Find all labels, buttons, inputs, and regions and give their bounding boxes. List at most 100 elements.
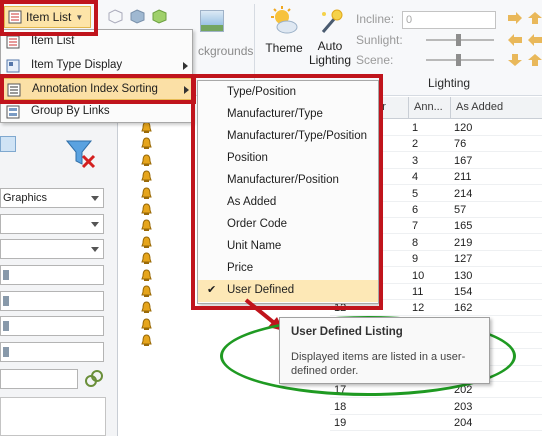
chevron-down-icon <box>91 247 99 252</box>
bell-icon <box>141 203 152 215</box>
left-pane: Graphics <box>0 97 118 436</box>
column-header-as-added[interactable]: As Added <box>456 101 503 113</box>
bell-icon <box>141 318 152 330</box>
arrow-right-icon[interactable] <box>508 12 522 24</box>
cell-num: 19 <box>334 417 347 430</box>
search-field[interactable] <box>0 369 78 389</box>
bell-icon <box>141 187 152 199</box>
green-cube-icon[interactable] <box>152 9 167 24</box>
bell-icon <box>141 252 152 265</box>
filter-field-2[interactable] <box>0 291 104 311</box>
menu-item-label: Group By Links <box>31 105 110 117</box>
menu-item-label: Item Type Display <box>31 59 123 71</box>
cell-ann: 7 <box>412 220 419 233</box>
cell-num: 18 <box>334 400 347 413</box>
cell-added: 130 <box>454 269 473 282</box>
cell-ann: 5 <box>412 187 419 200</box>
item-type-icon <box>6 59 20 73</box>
cell-added: 165 <box>454 220 473 233</box>
cell-ann: 4 <box>412 171 419 184</box>
filter-dropdown-3[interactable] <box>0 239 104 259</box>
cell-ann: 10 <box>412 269 425 282</box>
solid-cube-icon[interactable] <box>130 9 145 24</box>
bell-icon <box>141 285 152 297</box>
filter-field-3[interactable] <box>0 316 104 336</box>
auto-lighting-label-1: Auto <box>317 39 343 53</box>
bell-icon <box>141 137 152 150</box>
cell-ann: 2 <box>412 138 419 151</box>
scene-slider-thumb[interactable] <box>456 54 461 66</box>
bell-icon <box>141 334 152 347</box>
cell-added: 211 <box>454 171 472 184</box>
cell-ann: 3 <box>412 154 419 167</box>
field-marker <box>3 296 9 306</box>
graphics-dropdown-value: Graphics <box>3 192 48 204</box>
cell-added: 167 <box>454 154 473 167</box>
bell-icon <box>141 154 152 166</box>
theme-label: Theme <box>265 41 303 55</box>
cell-ann: 6 <box>412 204 419 216</box>
bell-icon <box>141 219 152 232</box>
bell-icon <box>141 236 152 248</box>
arrow-left-small-icon[interactable] <box>528 34 542 46</box>
highlight-item-list-button <box>0 0 98 36</box>
table-row[interactable]: 19 204 <box>330 415 542 432</box>
link-icon[interactable] <box>84 369 104 389</box>
incline-label: Incline: <box>356 12 395 26</box>
chevron-down-icon <box>91 222 99 227</box>
sunlight-slider-thumb[interactable] <box>456 34 461 46</box>
backgrounds-label: ckgrounds <box>198 44 254 58</box>
menu-item-label: Item List <box>31 35 75 47</box>
table-row[interactable]: 18 203 <box>330 399 542 415</box>
cell-added: 76 <box>454 138 467 151</box>
cell-ann: 9 <box>412 253 419 266</box>
background-image-icon[interactable] <box>200 10 224 32</box>
clear-filter-icon[interactable] <box>66 139 96 169</box>
highlight-sorting-submenu <box>191 74 383 310</box>
cell-added: 120 <box>454 122 473 134</box>
cell-added: 57 <box>454 204 467 216</box>
bell-icon <box>141 269 152 281</box>
field-marker <box>3 270 9 280</box>
cell-ann: 8 <box>412 236 419 249</box>
cell-added: 127 <box>454 253 473 266</box>
cell-ann: 12 <box>412 302 425 315</box>
cell-ann: 1 <box>412 122 419 134</box>
view-icon[interactable] <box>0 136 16 152</box>
arrow-left-icon[interactable] <box>508 34 522 46</box>
arrow-down-icon[interactable] <box>508 54 522 66</box>
list-icon <box>6 35 20 49</box>
graphics-dropdown[interactable]: Graphics <box>0 188 104 208</box>
arrow-up-small-icon[interactable] <box>528 54 542 66</box>
menu-item-group-by-links[interactable]: Group By Links <box>1 101 192 123</box>
sunlight-label: Sunlight: <box>356 33 403 47</box>
column-separator <box>450 97 451 119</box>
cell-added: 204 <box>454 417 473 430</box>
magic-wand-icon <box>321 9 343 33</box>
filter-dropdown-2[interactable] <box>0 214 104 234</box>
lighting-group-label: Lighting <box>428 76 471 90</box>
preview-panel <box>0 397 106 436</box>
filter-field-4[interactable] <box>0 342 104 362</box>
cell-added: 162 <box>454 302 473 315</box>
group-links-icon <box>6 105 20 119</box>
filter-field-1[interactable] <box>0 265 104 285</box>
theme-button[interactable]: Theme <box>264 6 304 55</box>
auto-lighting-label-2: Lighting <box>308 53 352 67</box>
column-header-annotation[interactable]: Ann... <box>414 101 443 113</box>
highlight-annotation-sorting <box>0 74 196 104</box>
auto-lighting-button[interactable]: Auto Lighting <box>308 6 352 67</box>
chevron-down-icon <box>91 196 99 201</box>
scene-label: Scene: <box>356 53 394 67</box>
arrow-up-icon[interactable] <box>528 12 542 24</box>
cell-added: 219 <box>454 236 473 249</box>
cell-added: 203 <box>454 400 473 413</box>
wireframe-cube-icon[interactable] <box>108 9 123 24</box>
bell-icon <box>141 301 152 314</box>
column-separator <box>408 97 409 119</box>
incline-input[interactable]: 0 <box>402 11 496 29</box>
submenu-arrow-icon <box>183 62 188 70</box>
field-marker <box>3 321 9 331</box>
bell-icon <box>141 170 152 183</box>
user-defined-tooltip: User Defined Listing Displayed items are… <box>279 317 490 384</box>
